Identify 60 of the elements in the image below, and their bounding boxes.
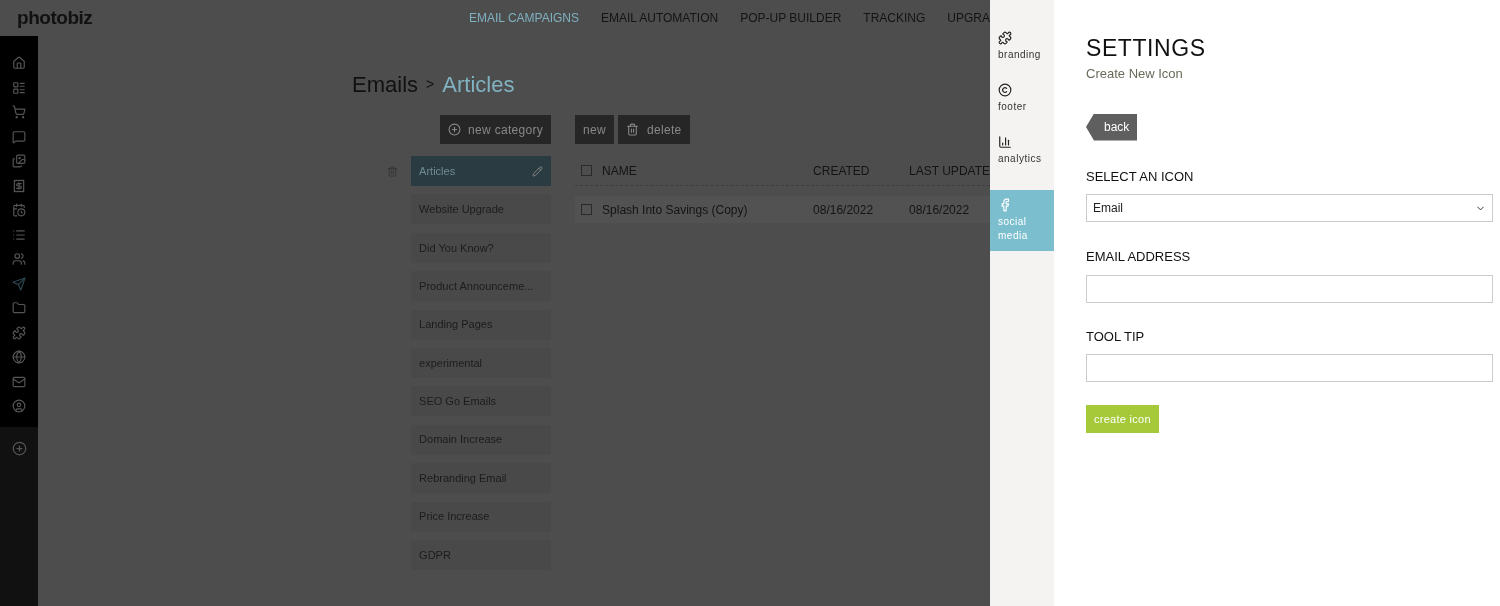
back-button[interactable]: back xyxy=(1086,113,1138,141)
nav-link[interactable]: EMAIL CAMPAIGNS xyxy=(469,9,579,27)
table-cell-text: Splash Into Savings (Copy) xyxy=(602,201,749,219)
calendar-icon[interactable] xyxy=(12,80,27,95)
pencil-icon[interactable] xyxy=(532,165,544,177)
new-category-button[interactable]: new category xyxy=(440,115,552,144)
breadcrumb-separator: > xyxy=(426,74,435,94)
trash-icon[interactable] xyxy=(387,165,399,177)
breadcrumb-current: Articles xyxy=(442,70,515,99)
mail-icon[interactable] xyxy=(12,374,27,389)
field-label: SELECT AN ICON xyxy=(1086,167,1195,186)
list-icon[interactable] xyxy=(12,227,27,242)
cart-icon[interactable] xyxy=(12,105,27,119)
users-icon[interactable] xyxy=(12,252,27,266)
bar-chart-icon xyxy=(998,135,1012,149)
tooltip-input[interactable] xyxy=(1086,354,1493,382)
nav-link[interactable]: UPGRA xyxy=(947,9,990,27)
icon-select[interactable]: Email xyxy=(1086,194,1493,222)
table-row[interactable]: Splash Into Savings (Copy) 08/16/2022 08/16/2022 xyxy=(575,196,990,223)
create-icon-button[interactable]: create icon xyxy=(1086,405,1159,433)
column-header: LAST UPDATE xyxy=(909,162,990,180)
paper-plane-icon[interactable] xyxy=(12,276,27,291)
checkbox[interactable] xyxy=(581,204,593,215)
panel-tab[interactable]: analytics xyxy=(990,135,1054,187)
delete-button[interactable]: delete xyxy=(618,115,690,144)
home-icon[interactable] xyxy=(12,56,27,70)
user-icon[interactable] xyxy=(12,399,27,413)
globe-icon[interactable] xyxy=(12,350,27,364)
nav-link[interactable]: POP-UP BUILDER xyxy=(740,9,842,27)
add-icon xyxy=(448,123,462,136)
column-header: NAME xyxy=(602,162,638,180)
copyright-icon xyxy=(998,83,1012,97)
facebook-icon xyxy=(998,198,1012,212)
folder-icon[interactable] xyxy=(12,301,27,315)
puzzle-icon[interactable] xyxy=(12,325,27,340)
trash-icon xyxy=(626,123,639,136)
images-icon[interactable] xyxy=(12,154,27,168)
puzzle-icon xyxy=(998,31,1012,45)
receipt-icon[interactable] xyxy=(12,178,27,193)
calendar-clock-icon[interactable] xyxy=(12,203,27,217)
panel-tab[interactable]: footer xyxy=(990,83,1054,135)
panel-subtitle: Create New Icon xyxy=(1086,65,1184,83)
nav-link[interactable]: TRACKING xyxy=(863,9,926,27)
new-button[interactable]: new xyxy=(575,115,614,144)
category-item[interactable]: Articles xyxy=(411,156,552,186)
column-header: CREATED xyxy=(813,162,871,180)
table-cell-text: 08/16/2022 xyxy=(813,201,875,219)
panel-tab[interactable]: branding xyxy=(990,31,1054,83)
chat-icon[interactable] xyxy=(12,129,27,144)
logo: photobiz xyxy=(17,5,93,30)
panel-tab[interactable]: social media xyxy=(990,190,1054,251)
field-label: EMAIL ADDRESS xyxy=(1086,248,1192,266)
email-input[interactable] xyxy=(1086,274,1493,303)
nav-link[interactable]: EMAIL AUTOMATION xyxy=(601,9,719,27)
breadcrumb-link[interactable]: Emails xyxy=(352,67,419,101)
panel-title: SETTINGS xyxy=(1086,34,1207,62)
field-label: TOOL TIP xyxy=(1086,327,1146,346)
table-cell-text: 08/16/2022 xyxy=(909,201,970,219)
add-icon[interactable] xyxy=(11,441,27,456)
checkbox[interactable] xyxy=(581,165,593,176)
